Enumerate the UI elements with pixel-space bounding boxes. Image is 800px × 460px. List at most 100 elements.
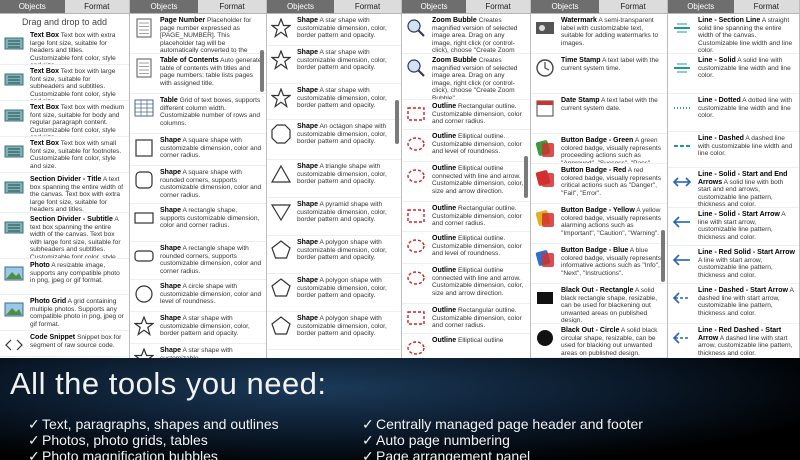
object-item[interactable]: Line - Red Solid - Start Arrow A line wi…	[668, 246, 799, 284]
object-item[interactable]: Button Badge - Green A green colored bad…	[531, 134, 667, 164]
object-item[interactable]: Shape A triangle shape with customizable…	[267, 160, 401, 198]
outline-ellipse-icon	[407, 169, 425, 183]
object-item[interactable]: Zoom Bubble Creates magnified version of…	[402, 54, 530, 100]
object-item[interactable]: Shape A circle shape with customizable d…	[130, 280, 266, 312]
object-item[interactable]: Line - Dashed - Start Arrow A dashed lin…	[668, 284, 799, 324]
object-item[interactable]: Button Badge - Yellow A yellow colored b…	[531, 204, 667, 244]
drag-drop-hint: Drag and drop to add	[21, 17, 108, 27]
object-item[interactable]: Table of Contents Auto generate table of…	[130, 54, 266, 94]
object-item[interactable]: Shape A star shape with customizable	[130, 344, 266, 358]
scrollbar-thumb[interactable]	[395, 100, 399, 144]
tab-format[interactable]: Format	[198, 0, 266, 13]
object-item[interactable]: Outline Elliptical outline connected wit…	[402, 264, 530, 304]
tab-objects[interactable]: Objects	[402, 0, 466, 13]
tab-objects[interactable]: Objects	[130, 0, 198, 13]
object-item[interactable]: Line - Dotted A dotted line with customi…	[668, 94, 799, 132]
object-item[interactable]: Code Snippet Snippet box for segment of …	[0, 331, 129, 357]
object-item[interactable]: Date Stamp A text label with the current…	[531, 94, 667, 134]
object-title: Shape	[160, 347, 182, 354]
object-item[interactable]: Shape A star shape with customizable dim…	[267, 84, 401, 120]
object-item[interactable]: Line - Red Dashed - Start Arrow A dashed…	[668, 324, 799, 358]
object-item[interactable]: Shape A square shape with customizable d…	[130, 134, 266, 166]
objects-panel-1: Objects Format Drag and drop to add Text Bo…	[0, 0, 130, 358]
object-item[interactable]: Shape A star shape with customizable dim…	[267, 46, 401, 84]
object-item[interactable]: Line - Section Line A straight solid lin…	[668, 14, 799, 54]
object-item[interactable]: Shape A square shape with rounded corner…	[130, 166, 266, 204]
feature-item: ✓ Photo magnification bubbles	[28, 448, 218, 460]
feature-text: Centrally managed page header and footer	[376, 416, 643, 432]
object-item[interactable]: Watermark A semi-transparent label with …	[531, 14, 667, 54]
calendar-icon	[536, 100, 554, 117]
object-item[interactable]: Button Badge - Red A red colored badge, …	[531, 164, 667, 204]
object-item[interactable]: Text Box Text box with small font size, …	[0, 137, 129, 173]
object-item[interactable]: Line - Dashed A dashed line with customi…	[668, 132, 799, 168]
outline-ellipse-icon	[407, 341, 425, 355]
object-item[interactable]: Photo A resizable image, supports any co…	[0, 259, 129, 295]
object-item[interactable]: Line - Solid - Start and End Arrows A so…	[668, 168, 799, 208]
object-item[interactable]: Time Stamp A text label with the current…	[531, 54, 667, 94]
object-item[interactable]: Black Out - Rectangle A solid black rect…	[531, 284, 667, 324]
object-item[interactable]: Photo Grid A grid containing multiple ph…	[0, 295, 129, 331]
object-item[interactable]: Outline Rectangular outline. Customizabl…	[402, 202, 530, 232]
scrollbar-thumb[interactable]	[524, 156, 528, 198]
object-item[interactable]: Text Box Text box with extra large font …	[0, 29, 129, 65]
object-item[interactable]: Line - Solid - Start Arrow A line with s…	[668, 208, 799, 246]
object-title: Shape	[297, 163, 319, 170]
objects-panel-6: Objects Format Line - Section Line A strai…	[668, 0, 800, 358]
object-item[interactable]: Shape A polygon shape with customizable …	[267, 236, 401, 274]
object-title: Shape	[297, 277, 319, 284]
checkmark-icon: ✓	[362, 448, 374, 460]
object-item[interactable]: Shape A polygon shape with customizable …	[267, 312, 401, 350]
object-item[interactable]: Shape A rectangle shape with rounded cor…	[130, 242, 266, 280]
object-item[interactable]: Outline Elliptical outline connected wit…	[402, 162, 530, 202]
tab-objects[interactable]: Objects	[0, 0, 65, 13]
object-title: Text Box	[30, 32, 60, 39]
photo-grid-icon	[4, 302, 24, 317]
object-title: Line - Solid	[698, 57, 736, 64]
object-item[interactable]: Shape A pyramid shape with customizable …	[267, 198, 401, 236]
tab-format[interactable]: Format	[466, 0, 530, 13]
object-item[interactable]: Zoom Bubble Creates magnified version of…	[402, 14, 530, 54]
object-item[interactable]: Shape A rectangle shape, supports custom…	[130, 204, 266, 242]
badge-yellow-icon	[535, 210, 554, 227]
objects-panel-3: Objects Format Shape A star shape with cus…	[267, 0, 402, 358]
checkmark-icon: ✓	[362, 416, 374, 432]
object-item[interactable]: Shape A star shape with customizable dim…	[130, 312, 266, 344]
object-item[interactable]: Shape A polygon shape with customizable …	[267, 274, 401, 312]
checkmark-icon: ✓	[362, 432, 374, 448]
object-item[interactable]: Black Out - Circle A solid black circula…	[531, 324, 667, 358]
panel-tabs: Objects Format	[668, 0, 799, 14]
tab-objects[interactable]: Objects	[267, 0, 334, 13]
object-item[interactable]: Table Grid of text boxes, supports diffe…	[130, 94, 266, 134]
tab-format[interactable]: Format	[334, 0, 401, 13]
object-title: Shape	[297, 239, 319, 246]
scrollbar-thumb[interactable]	[260, 50, 264, 92]
object-item[interactable]: Shape An octagon shape with customizable…	[267, 120, 401, 160]
object-title: Outline	[432, 235, 457, 242]
tab-objects[interactable]: Objects	[668, 0, 734, 13]
object-item[interactable]: Shape A star shape with customizable dim…	[267, 14, 401, 46]
object-item[interactable]: Text Box Text box with large font size, …	[0, 65, 129, 101]
object-item[interactable]: Outline Elliptical outline. Customizable…	[402, 130, 530, 162]
tab-format[interactable]: Format	[599, 0, 667, 13]
objects-panel-5: Objects Format Watermark A semi-transparen…	[531, 0, 668, 358]
object-item[interactable]: Section Divider - Subtitle A text box sp…	[0, 213, 129, 259]
object-item[interactable]: Button Badge - Blue A blue colored badge…	[531, 244, 667, 284]
tab-format[interactable]: Format	[734, 0, 800, 13]
object-title: Zoom Bubble	[432, 17, 477, 24]
object-item[interactable]: Section Divider - Title A text box spann…	[0, 173, 129, 213]
object-item[interactable]: Text Box Text box with medium font size,…	[0, 101, 129, 137]
object-item[interactable]: Outline Elliptical outline. Customizable…	[402, 232, 530, 264]
object-item[interactable]: Outline Rectangular outline. Customizabl…	[402, 304, 530, 334]
tab-format[interactable]: Format	[65, 0, 130, 13]
object-item[interactable]: Outline Elliptical outline	[402, 334, 530, 358]
object-title: Shape	[297, 123, 319, 130]
object-item[interactable]: Outline Rectangular outline. Customizabl…	[402, 100, 530, 130]
object-item[interactable]: Page Number Placeholder for page number …	[130, 14, 266, 54]
tab-objects[interactable]: Objects	[531, 0, 599, 13]
black-circle-icon	[537, 330, 553, 346]
scrollbar-thumb[interactable]	[661, 230, 665, 282]
object-item[interactable]: Line - Solid A solid line with customiza…	[668, 54, 799, 94]
object-title: Shape	[297, 201, 319, 208]
object-title: Line - Section Line	[698, 17, 761, 24]
